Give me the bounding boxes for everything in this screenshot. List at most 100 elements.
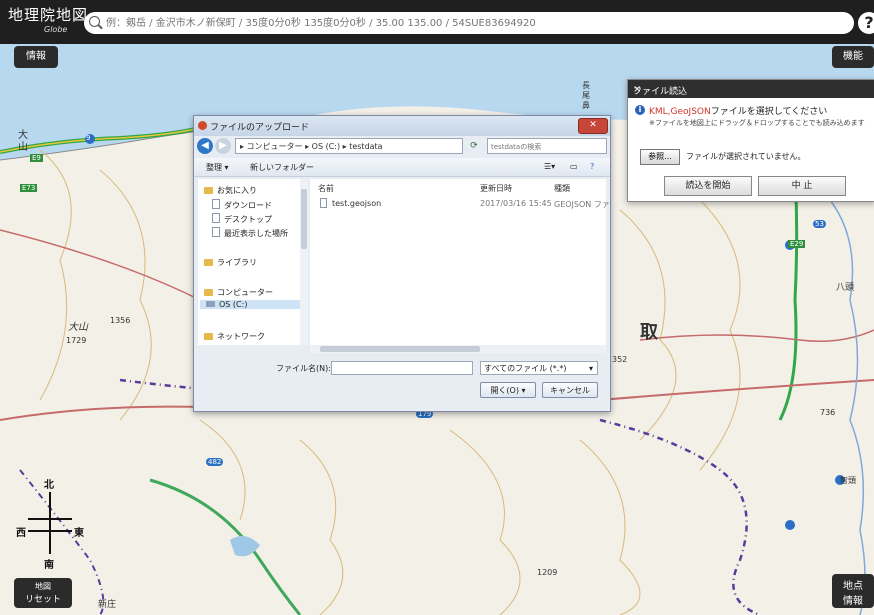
open-button-label: 開く(O) bbox=[490, 386, 519, 395]
upload-dialog-title: ファイルのアップロード bbox=[210, 123, 310, 133]
navigation-pane: お気に入り ダウンロード デスクトップ 最近表示した場所 ライブラリ コンピュー… bbox=[198, 179, 301, 345]
nav-scrollbar[interactable] bbox=[300, 179, 308, 345]
close-icon[interactable]: × bbox=[633, 84, 641, 95]
browser-icon bbox=[198, 121, 207, 130]
nav-item-network[interactable]: ネットワーク bbox=[204, 331, 265, 342]
column-header-name[interactable]: 名前 bbox=[318, 183, 334, 194]
file-list: 名前 更新日時 種類 test.geojson 2017/03/16 15:45… bbox=[310, 179, 610, 345]
document-icon bbox=[320, 198, 327, 208]
nav-item-favorites[interactable]: お気に入り bbox=[204, 185, 257, 196]
address-path[interactable]: ▸ コンピューター ▸ OS (C:) ▸ testdata bbox=[235, 138, 463, 154]
nav-item-label: デスクトップ bbox=[224, 215, 272, 224]
point-info-button[interactable]: 地点 情報 bbox=[832, 574, 874, 608]
map-label-elevation: 352 bbox=[612, 355, 628, 364]
nav-item-desktop[interactable]: デスクトップ bbox=[212, 213, 272, 225]
nav-item-computer[interactable]: コンピューター bbox=[204, 287, 273, 298]
map-label-wakasa: 智頭 bbox=[840, 476, 856, 485]
folder-icon bbox=[204, 187, 213, 194]
nav-item-label: ダウンロード bbox=[224, 201, 272, 210]
preview-pane-icon[interactable]: ▭ bbox=[570, 162, 578, 171]
filename-label: ファイル名(N): bbox=[276, 364, 331, 373]
file-row[interactable]: test.geojson 2017/03/16 15:45 GEOJSON ファ bbox=[310, 197, 610, 211]
map-label-elevation: 1356 bbox=[110, 316, 131, 325]
upload-dialog-titlebar[interactable]: ファイルのアップロード ✕ bbox=[194, 116, 610, 136]
folder-icon bbox=[204, 333, 213, 340]
reset-map-label: リセット bbox=[24, 595, 61, 605]
nav-item-recent[interactable]: 最近表示した場所 bbox=[212, 227, 288, 239]
map-label-daisen: 山 bbox=[18, 142, 28, 153]
scrollbar-thumb[interactable] bbox=[320, 346, 480, 352]
info-icon: i bbox=[635, 105, 645, 115]
address-bar: ◀ ▶ ▸ コンピューター ▸ OS (C:) ▸ testdata ⟳ bbox=[197, 138, 607, 156]
compass-east: 東 bbox=[74, 528, 84, 539]
compass-west: 西 bbox=[16, 528, 26, 539]
folder-search-box[interactable] bbox=[487, 138, 607, 155]
import-note: ※ファイルを地図上にドラッグ＆ドロップすることでも読み込めます bbox=[649, 119, 865, 127]
folder-search-input[interactable] bbox=[488, 139, 589, 155]
nav-item-label: 最近表示した場所 bbox=[224, 229, 288, 238]
folder-icon bbox=[204, 259, 213, 266]
document-icon bbox=[212, 227, 220, 237]
search-input[interactable] bbox=[104, 12, 848, 34]
browse-button[interactable]: 参照... bbox=[640, 149, 680, 165]
folder-icon bbox=[204, 289, 213, 296]
road-badge: 9 bbox=[86, 134, 91, 142]
nav-item-downloads[interactable]: ダウンロード bbox=[212, 199, 272, 211]
nav-item-libraries[interactable]: ライブラリ bbox=[204, 257, 257, 268]
compass-vertical bbox=[49, 492, 51, 554]
file-import-panel: ファイル読込 × i KML,GeoJSONファイルを選択してください ※ファイ… bbox=[627, 79, 874, 202]
chevron-down-icon: ▾ bbox=[588, 364, 593, 373]
organize-menu[interactable]: 整理 ▾ bbox=[206, 162, 229, 173]
close-icon[interactable]: ✕ bbox=[578, 118, 608, 134]
filetype-select[interactable]: すべてのファイル (*.*) ▾ bbox=[480, 361, 598, 375]
app-logo-sub: Globe bbox=[44, 25, 68, 34]
nav-item-label: ライブラリ bbox=[217, 258, 257, 267]
back-arrow-icon[interactable]: ◀ bbox=[197, 138, 213, 154]
map-label-nagao: 鼻 bbox=[582, 101, 590, 110]
column-header-type[interactable]: 種類 bbox=[554, 183, 570, 194]
road-badge: E29 bbox=[788, 240, 806, 248]
filename-input[interactable] bbox=[332, 362, 466, 376]
filename-field[interactable] bbox=[331, 361, 473, 376]
import-panel-titlebar[interactable]: ファイル読込 × bbox=[628, 80, 874, 98]
help-button[interactable]: ? bbox=[858, 12, 874, 34]
functions-button[interactable]: 機能 bbox=[832, 46, 874, 68]
view-options-icon[interactable]: ☰▾ bbox=[544, 162, 555, 171]
new-folder-button[interactable]: 新しいフォルダー bbox=[250, 162, 314, 173]
search-box[interactable] bbox=[84, 12, 854, 34]
file-list-scrollbar[interactable] bbox=[310, 345, 606, 353]
point-info-label: 地点 bbox=[843, 581, 863, 592]
forward-arrow-icon[interactable]: ▶ bbox=[215, 138, 231, 154]
open-button[interactable]: 開く(O) ▾ bbox=[480, 382, 536, 398]
map-label-hattou: 八頭 bbox=[836, 283, 855, 293]
refresh-icon[interactable]: ⟳ bbox=[465, 138, 483, 154]
nav-item-label: コンピューター bbox=[217, 288, 273, 297]
info-button[interactable]: 情報 bbox=[14, 46, 58, 68]
file-date: 2017/03/16 15:45 bbox=[480, 199, 552, 208]
drive-icon bbox=[206, 301, 215, 307]
app-logo[interactable]: 地理院地図 bbox=[8, 4, 88, 25]
import-message: KML,GeoJSONファイルを選択してください bbox=[649, 104, 827, 117]
compass-horizontal bbox=[28, 518, 72, 520]
reset-map-button[interactable]: 地図 リセット bbox=[14, 578, 72, 608]
column-header-date[interactable]: 更新日時 bbox=[480, 183, 512, 194]
compass-horizontal bbox=[28, 530, 72, 532]
compass[interactable]: 北 西 東 南 bbox=[16, 474, 86, 574]
road-badge: 482 bbox=[206, 458, 224, 466]
search-icon[interactable] bbox=[89, 16, 100, 27]
start-import-button[interactable]: 読込を開始 bbox=[664, 176, 752, 196]
stop-button[interactable]: 中 止 bbox=[758, 176, 846, 196]
file-upload-dialog: ファイルのアップロード ✕ ◀ ▶ ▸ コンピューター ▸ OS (C:) ▸ … bbox=[193, 115, 611, 412]
nav-item-label: OS (C:) bbox=[219, 300, 248, 309]
document-icon bbox=[212, 199, 220, 209]
point-info-label: 情報 bbox=[843, 596, 863, 607]
help-icon[interactable]: ? bbox=[590, 162, 594, 171]
import-message-text: ファイルを選択してください bbox=[710, 107, 828, 117]
scrollbar-thumb[interactable] bbox=[301, 189, 307, 249]
map-label-elevation: 1209 bbox=[537, 568, 558, 577]
map-label-elevation: 736 bbox=[820, 408, 836, 417]
cancel-button[interactable]: キャンセル bbox=[542, 382, 598, 398]
nav-item-os-drive[interactable]: OS (C:) bbox=[200, 300, 300, 309]
filetype-value: すべてのファイル (*.*) bbox=[484, 364, 567, 373]
compass-north: 北 bbox=[44, 480, 54, 491]
